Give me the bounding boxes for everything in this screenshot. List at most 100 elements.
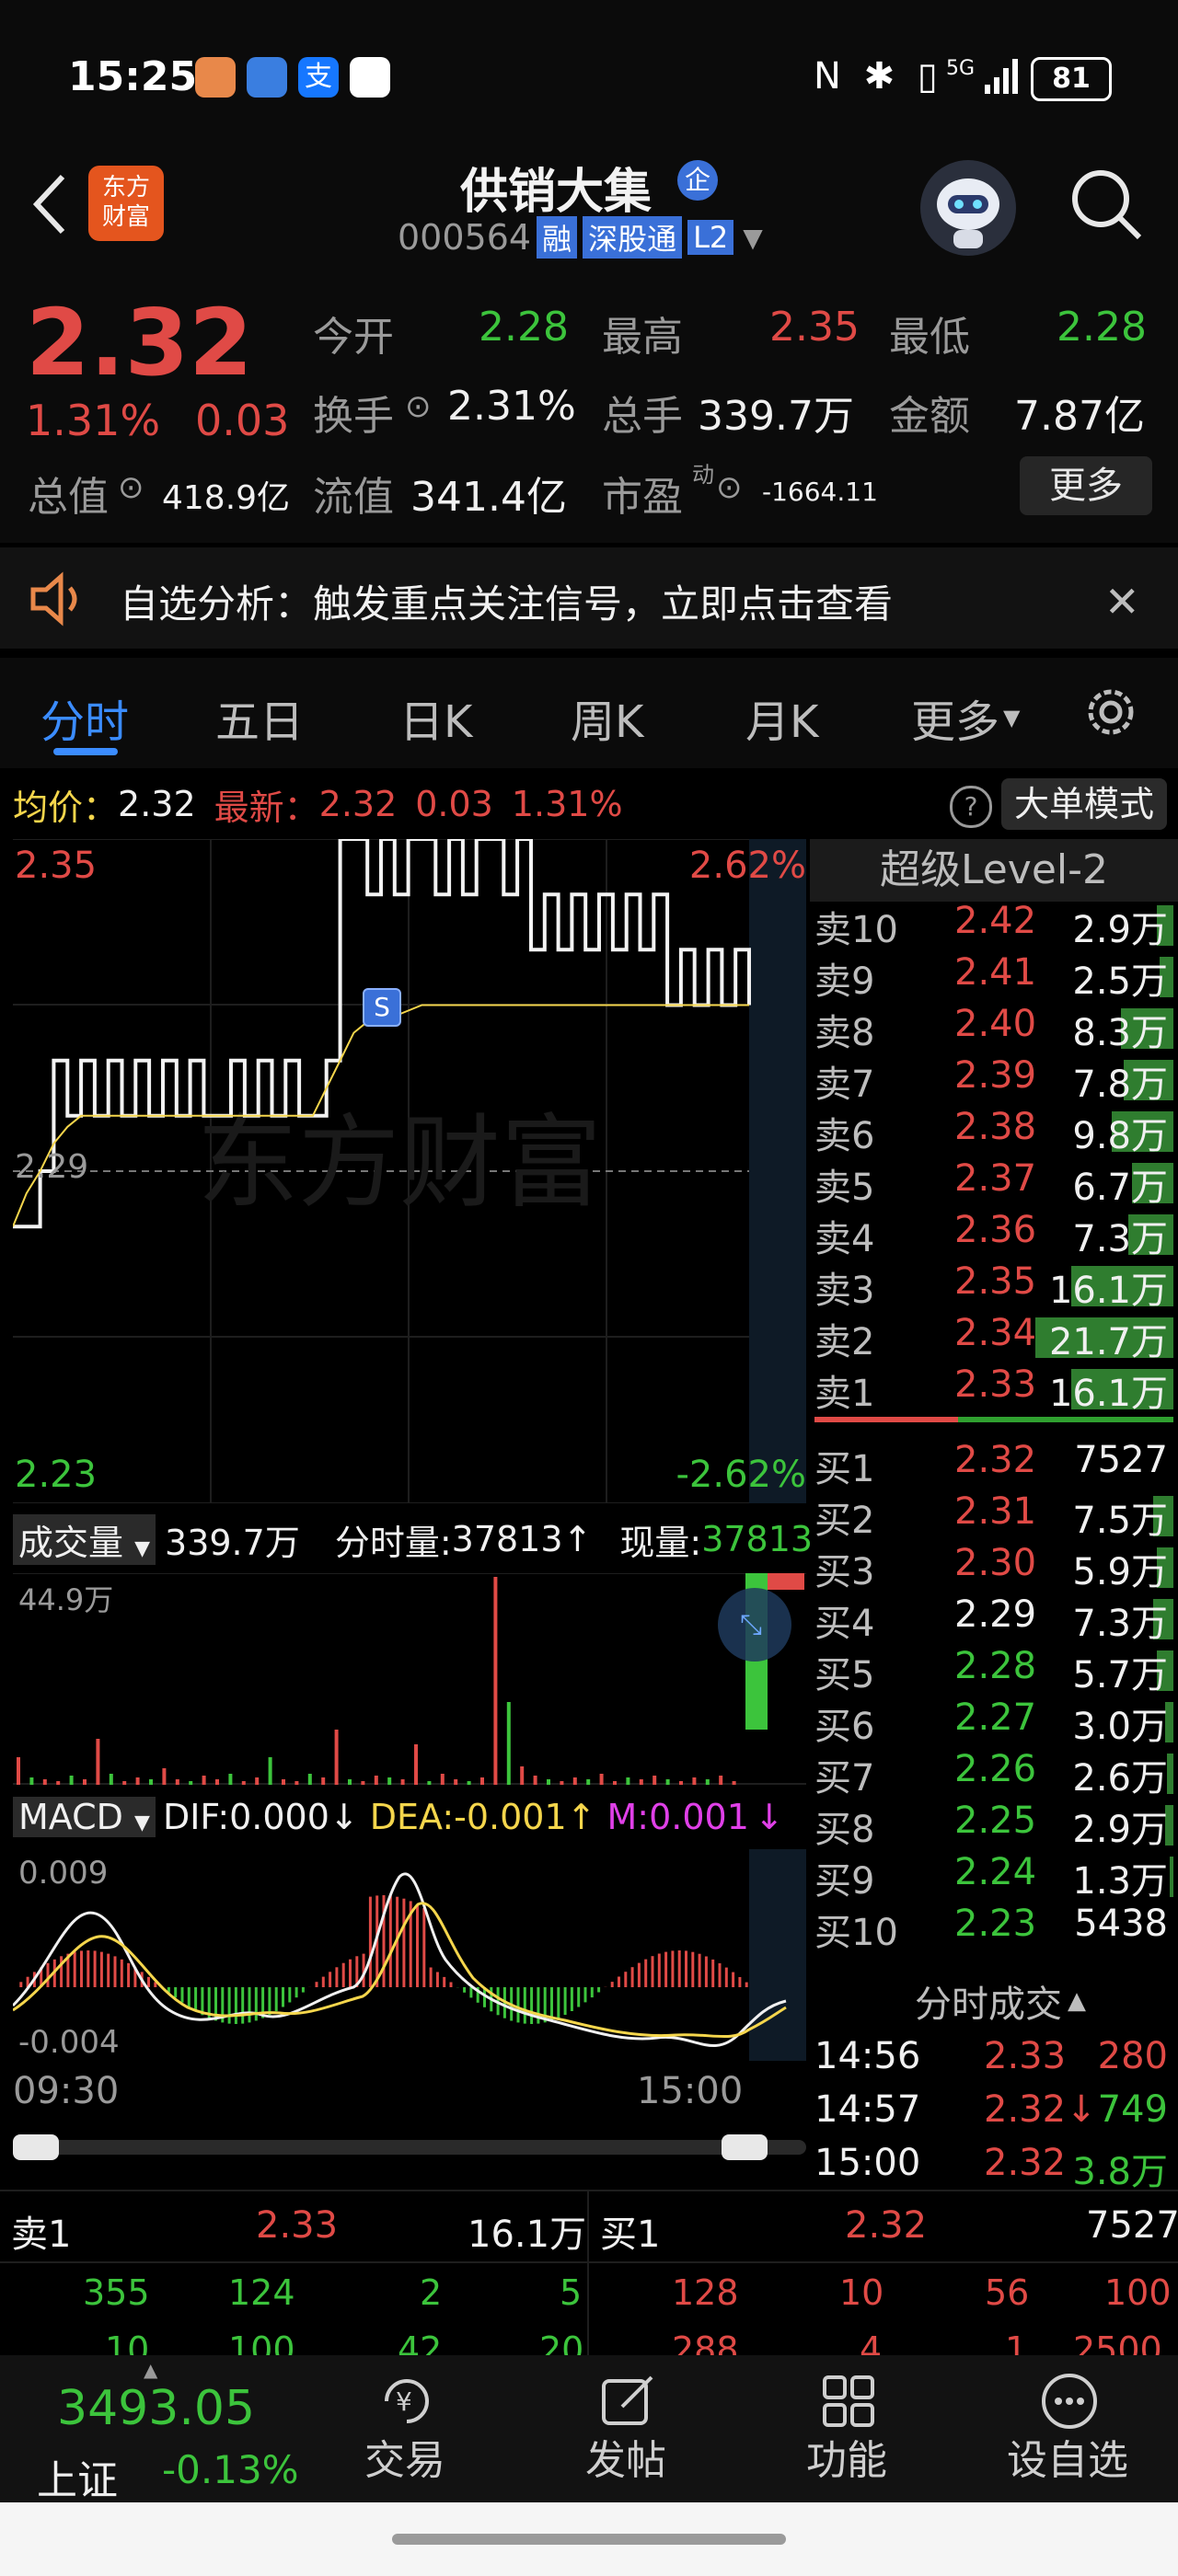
macd-bar [469, 1987, 473, 1998]
volume-header: 成交量 ▼ 339.7万 分时量: 37813 ↑ 现量: 37813 [13, 1513, 813, 1565]
ask-row[interactable]: 卖7 2.39 7.8万 [814, 1054, 1173, 1106]
macd-chart[interactable]: 0.009 -0.004 [11, 1849, 806, 2061]
ask-volume: 9.8万 [1072, 1115, 1168, 1157]
chart-range-scrollbar[interactable] [13, 2140, 806, 2155]
macd-bar [288, 1987, 292, 2003]
ask-row[interactable]: 卖6 2.38 9.8万 [814, 1106, 1173, 1157]
macd-bar [80, 1950, 83, 1987]
trade-row[interactable]: 14:56 2.33 280 [814, 2035, 1173, 2087]
info-dots-icon[interactable]: ⊙ [716, 469, 743, 506]
macd-bar [704, 1956, 708, 1987]
tab-daily-k[interactable]: 日K [399, 685, 472, 750]
tab-intraday[interactable]: 分时 [40, 685, 129, 750]
nav-add-watchlist[interactable]: 设自选 [985, 2355, 1150, 2502]
stock-tags[interactable]: 000564 融 深股通 L2 ▼ [398, 215, 763, 259]
bid-level-label: 买3 [814, 1551, 875, 1593]
trade-row[interactable]: 14:57 2.32↓ 749 [814, 2088, 1173, 2140]
close-icon[interactable]: ✕ [1104, 577, 1140, 627]
svg-text:¥: ¥ [396, 2386, 412, 2417]
robot-assistant-icon[interactable] [920, 160, 1016, 256]
macd-bar [664, 1951, 668, 1987]
bid-row[interactable]: 买3 2.30 5.9万 [814, 1542, 1173, 1593]
bid-row[interactable]: 买8 2.25 2.9万 [814, 1800, 1173, 1851]
ask-row[interactable]: 卖3 2.35 16.1万 [814, 1260, 1173, 1312]
trade-icon: ¥ [385, 2379, 429, 2423]
tab-monthly-k[interactable]: 月K [745, 685, 818, 750]
macd-bar [516, 1987, 520, 2023]
intraday-chart[interactable]: 东方财富 2.35 2.62% 2.29 2.23 -2.62% S [12, 837, 806, 1504]
big-order-mode-button[interactable]: 大单模式 [1001, 778, 1167, 830]
bid-volume: 7.3万 [1072, 1603, 1168, 1645]
bid-row[interactable]: 买9 2.24 1.3万 [814, 1851, 1173, 1903]
ask-row[interactable]: 卖9 2.41 2.5万 [814, 951, 1173, 1003]
ask-row[interactable]: 卖2 2.34 21.7万 [814, 1312, 1173, 1363]
info-dots-icon[interactable]: ⊙ [118, 469, 144, 506]
tab-weekly-k[interactable]: 周K [571, 685, 643, 750]
alipay-icon: 支 [298, 57, 339, 98]
ask-row[interactable]: 卖4 2.36 7.3万 [814, 1209, 1173, 1260]
bid-row[interactable]: 买2 2.31 7.5万 [814, 1490, 1173, 1542]
more-button[interactable]: 更多 [1020, 456, 1152, 515]
bid-row[interactable]: 买4 2.29 7.3万 [814, 1593, 1173, 1645]
nav-trade[interactable]: ¥ 交易 [322, 2355, 488, 2502]
macd-bar [416, 1903, 419, 1987]
sell-marker[interactable]: S [363, 988, 401, 1027]
ask-row[interactable]: 卖8 2.40 8.3万 [814, 1003, 1173, 1054]
ask-row[interactable]: 卖10 2.42 2.9万 [814, 900, 1173, 951]
volume-bar [653, 1776, 657, 1785]
float-value: 341.4亿 [410, 474, 567, 521]
trades-title[interactable]: 分时成交 ▲ [915, 1974, 1086, 2028]
bid-row[interactable]: 买5 2.28 5.7万 [814, 1645, 1173, 1696]
chevron-down-icon: ▼ [743, 222, 763, 253]
volume-bar [96, 1739, 100, 1785]
macd-bar [93, 1950, 97, 1987]
gear-icon[interactable] [1082, 684, 1139, 741]
search-icon[interactable] [1068, 166, 1145, 243]
eastmoney-logo[interactable]: 东方 财富 [88, 166, 164, 241]
back-arrow-icon[interactable] [22, 167, 77, 241]
macd-bar [301, 1987, 305, 1993]
notice-banner[interactable]: 自选分析：触发重点关注信号，立即点击查看 ✕ [0, 547, 1178, 649]
order-book-divider [814, 1417, 1173, 1422]
volume-indicator-select[interactable]: 成交量 ▼ [13, 1513, 156, 1565]
macd-bar [335, 1967, 339, 1987]
macd-top-label: 0.009 [18, 1855, 109, 1892]
ask-volume: 2.5万 [1072, 960, 1168, 1003]
tab-five-day[interactable]: 五日 [215, 685, 304, 750]
ask-row[interactable]: 卖5 2.37 6.7万 [814, 1157, 1173, 1209]
nav-post[interactable]: 发帖 [543, 2355, 709, 2502]
macd-bar [341, 1962, 345, 1987]
ask-price: 2.38 [954, 1106, 1037, 1148]
trade-row[interactable]: 15:00 2.32 3.8万 [814, 2142, 1173, 2193]
nav-features[interactable]: 功能 [764, 2355, 930, 2502]
tick-volume-value: 37813 [451, 1519, 563, 1559]
info-dots-icon[interactable]: ⊙ [405, 388, 432, 425]
bid-price: 2.23 [954, 1903, 1037, 1945]
macd-bar [449, 1982, 453, 1987]
macd-indicator-select[interactable]: MACD ▼ [13, 1797, 156, 1837]
range-handle-left[interactable] [13, 2134, 59, 2160]
volume-chart[interactable]: ⤡ 44.9万 [13, 1572, 806, 1785]
ask-price: 2.39 [954, 1054, 1037, 1097]
home-indicator[interactable] [392, 2534, 786, 2545]
macd-bar [711, 1959, 715, 1987]
volume-bar [348, 1779, 352, 1785]
index-ticker[interactable]: ▲ 3493.05 上证 -0.13% [0, 2355, 313, 2504]
range-handle-right[interactable] [722, 2134, 768, 2160]
level2-header[interactable]: 超级Level-2 [810, 839, 1178, 902]
bid-row[interactable]: 买10 2.23 5438 [814, 1903, 1173, 1954]
pe-dynamic-mark: 动 [692, 462, 714, 488]
turnover-value: 2.31% [447, 383, 576, 430]
low-label: 最低 [889, 314, 970, 361]
macd-bar [745, 1982, 748, 1987]
bid-row[interactable]: 买1 2.32 7527 [814, 1439, 1173, 1490]
help-icon[interactable]: ? [950, 786, 992, 828]
bid-row[interactable]: 买6 2.27 3.0万 [814, 1696, 1173, 1748]
queue-order: 128 [672, 2272, 739, 2313]
volume-bar [109, 1774, 113, 1785]
status-icons: N ✱ ▯ [814, 55, 943, 98]
volume-bar [454, 1779, 458, 1785]
ask-row[interactable]: 卖1 2.33 16.1万 [814, 1363, 1173, 1415]
tab-more[interactable]: 更多 ▼ [911, 685, 1020, 750]
bid-row[interactable]: 买7 2.26 2.6万 [814, 1748, 1173, 1800]
